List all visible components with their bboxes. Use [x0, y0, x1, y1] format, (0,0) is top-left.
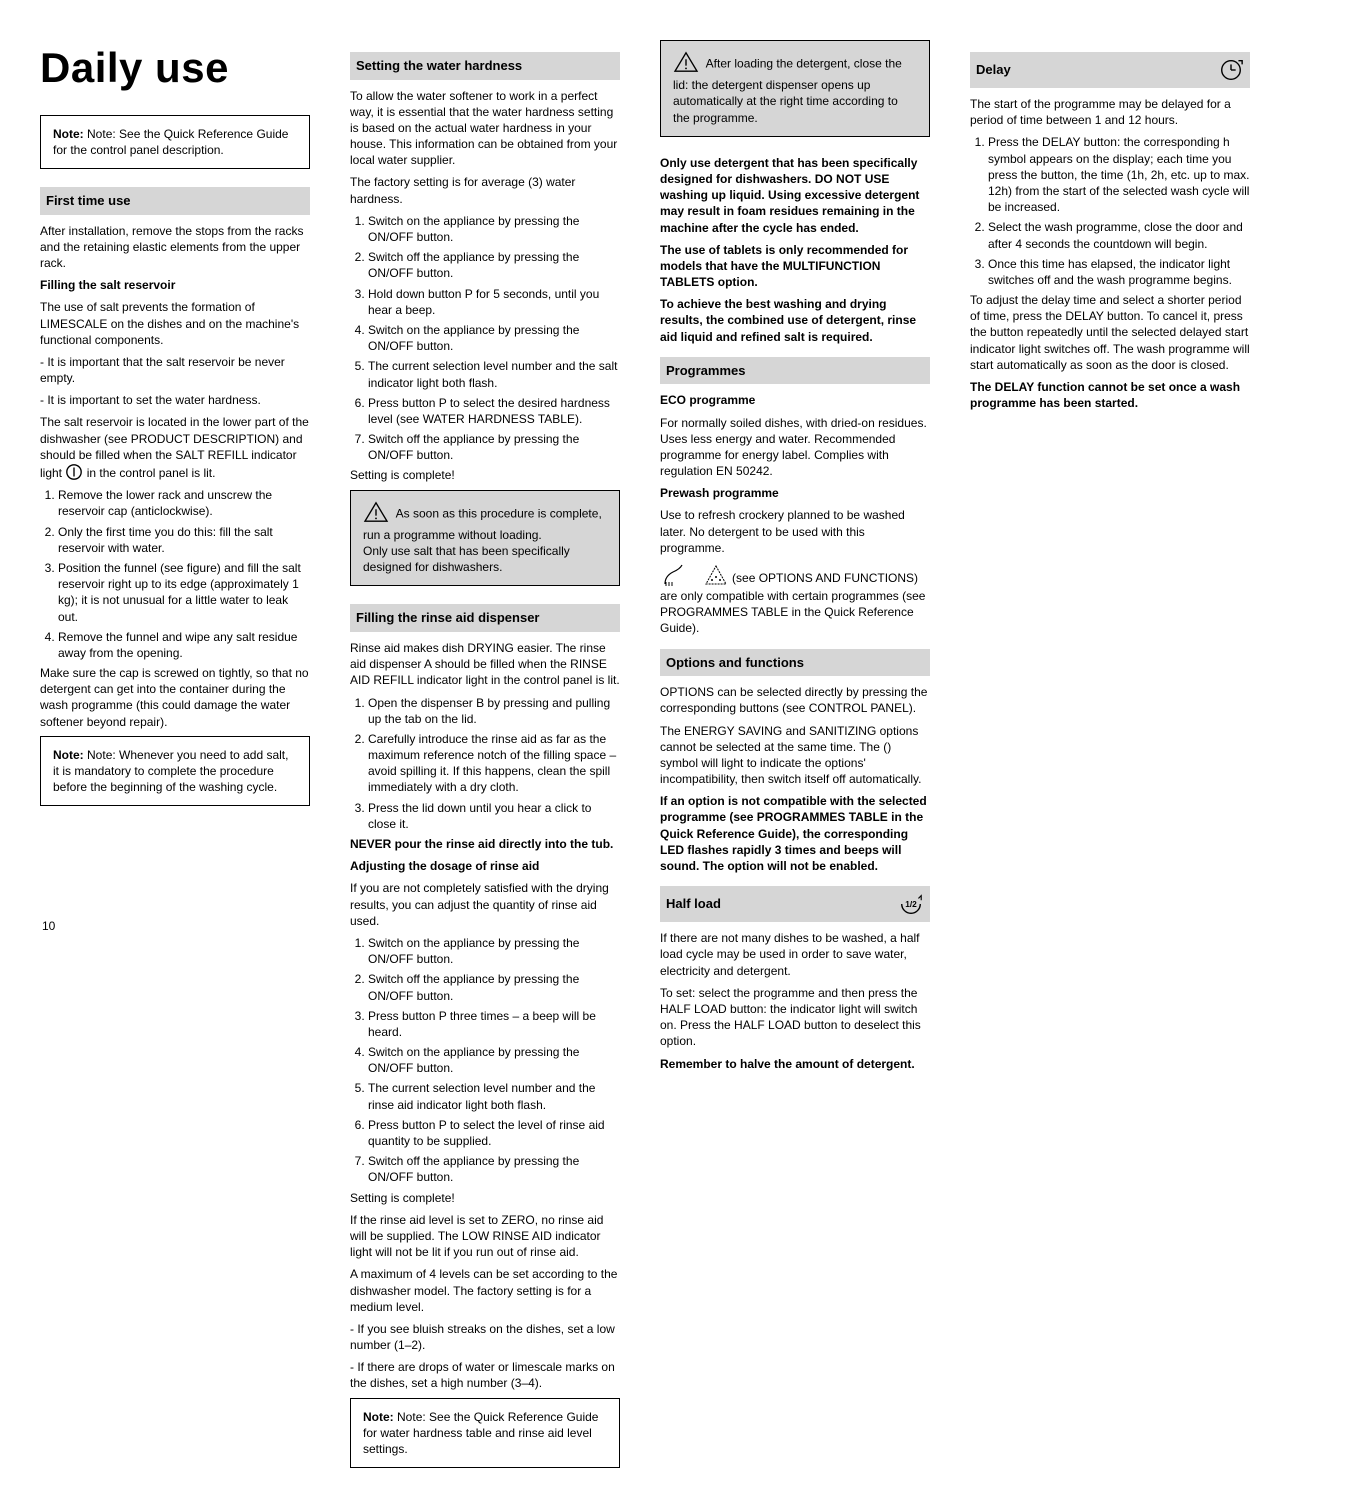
- sub-eco: ECO programme: [660, 392, 930, 408]
- hstep2: Switch off the appliance by pressing the…: [368, 249, 620, 281]
- p-options-incompat1: The ENERGY SAVING and SANITIZING options…: [660, 723, 930, 788]
- note-qrg-text: Note: See the Quick Reference Guide for …: [53, 127, 288, 157]
- section-delay: Delay: [970, 52, 1250, 88]
- p-setting-complete1: Setting is complete!: [350, 467, 620, 483]
- sanitizing-icon: [703, 571, 732, 585]
- p-factory-setting: The factory setting is for average (3) w…: [350, 174, 620, 206]
- hstep6: Press button P to select the desired har…: [368, 395, 620, 427]
- astep7: Switch off the appliance by pressing the…: [368, 1153, 620, 1185]
- p-rinse-aid-info: Rinse aid makes dish DRYING easier. The …: [350, 640, 620, 689]
- dstep3: Once this time has elapsed, the indicato…: [988, 256, 1250, 288]
- p-hardness-info: To allow the water softener to work in a…: [350, 88, 620, 169]
- rstep2: Carefully introduce the rinse aid as far…: [368, 731, 620, 796]
- p-tablets: The use of tablets is only recommended f…: [660, 242, 930, 291]
- p-half-load-set: To set: select the programme and then pr…: [660, 985, 930, 1050]
- note-qrg2-text: Note: See the Quick Reference Guide for …: [363, 1410, 598, 1456]
- p-cap-tight: Make sure the cap is screwed on tightly,…: [40, 665, 310, 730]
- p-max-levels: A maximum of 4 levels can be set accordi…: [350, 1266, 620, 1315]
- warning-box-run-empty: As soon as this procedure is complete, r…: [350, 490, 620, 587]
- hstep7: Switch off the appliance by pressing the…: [368, 431, 620, 463]
- astep2: Switch off the appliance by pressing the…: [368, 971, 620, 1003]
- p-options-incompat2: If an option is not compatible with the …: [660, 793, 930, 874]
- p-eco: For normally soiled dishes, with dried-o…: [660, 415, 930, 480]
- note-box-qrg: Note: Note: See the Quick Reference Guid…: [40, 115, 310, 169]
- p-adjust-info: If you are not completely satisfied with…: [350, 880, 620, 929]
- rstep1: Open the dispenser B by pressing and pul…: [368, 695, 620, 727]
- astep6: Press button P to select the level of ri…: [368, 1117, 620, 1149]
- p-halve-detergent: Remember to halve the amount of detergen…: [660, 1056, 930, 1072]
- sub-filling-salt: Filling the salt reservoir: [40, 277, 310, 293]
- salt-refill-indicator-icon: [65, 466, 86, 480]
- note-box-salt-mandatory: Note: Note: Whenever you need to add sal…: [40, 736, 310, 807]
- warning-triangle-icon: [673, 51, 699, 77]
- li-drops: If there are drops of water or limescale…: [350, 1359, 620, 1391]
- p-setting-complete2: Setting is complete!: [350, 1190, 620, 1206]
- page-title: Daily use: [40, 40, 310, 97]
- step-remove-funnel: Remove the funnel and wipe any salt resi…: [58, 629, 310, 661]
- note-box-qrg2: Note: Note: See the Quick Reference Guid…: [350, 1398, 620, 1469]
- rstep3: Press the lid down until you hear a clic…: [368, 800, 620, 832]
- warning-box-detergent: After loading the detergent, close the l…: [660, 40, 930, 137]
- p-options-direct: OPTIONS can be selected directly by pres…: [660, 684, 930, 716]
- warn-salt-only-text: Only use salt that has been specifically…: [363, 544, 570, 574]
- step-funnel: Position the funnel (see figure) and fil…: [58, 560, 310, 625]
- p-remove-stops: After installation, remove the stops fro…: [40, 223, 310, 272]
- energy-saving-icon: [660, 571, 689, 585]
- section-options-functions: Options and functions: [660, 649, 930, 677]
- warning-triangle-icon: [363, 501, 389, 527]
- astep1: Switch on the appliance by pressing the …: [368, 935, 620, 967]
- p-delay-adjust: To adjust the delay time and select a sh…: [970, 292, 1250, 373]
- delay-clock-icon: [1218, 57, 1244, 83]
- p-only-detergent: Only use detergent that has been specifi…: [660, 155, 930, 236]
- hstep1: Switch on the appliance by pressing the …: [368, 213, 620, 245]
- p-salt-limescale: The use of salt prevents the formation o…: [40, 299, 310, 348]
- warn-run-empty-text: As soon as this procedure is complete, r…: [363, 506, 602, 542]
- p-half-load-info: If there are not many dishes to be washe…: [660, 930, 930, 979]
- step-remove-rack: Remove the lower rack and unscrew the re…: [58, 487, 310, 519]
- astep5: The current selection level number and t…: [368, 1080, 620, 1112]
- sub-filling-rinse-aid: Filling the rinse aid dispenser: [350, 604, 620, 632]
- astep4: Switch on the appliance by pressing the …: [368, 1044, 620, 1076]
- p-never-pour: NEVER pour the rinse aid directly into t…: [350, 836, 620, 852]
- warn-detergent-text: After loading the detergent, close the l…: [673, 56, 902, 124]
- p-best-results: To achieve the best washing and drying r…: [660, 296, 930, 345]
- dstep2: Select the wash programme, close the doo…: [988, 219, 1250, 251]
- half-load-icon: 1/2: [898, 891, 924, 917]
- p-prewash: Use to refresh crockery planned to be wa…: [660, 507, 930, 556]
- astep3: Press button P three times – a beep will…: [368, 1008, 620, 1040]
- p-salt-location: The salt reservoir is located in the low…: [40, 414, 310, 481]
- p-options-compat: (see OPTIONS AND FUNCTIONS) are only com…: [660, 562, 930, 637]
- hstep3: Hold down button P for 5 seconds, until …: [368, 286, 620, 318]
- sub-setting-hardness: Setting the water hardness: [350, 52, 620, 80]
- sub-prewash: Prewash programme: [660, 485, 930, 501]
- section-half-load: Half load 1/2: [660, 886, 930, 922]
- li-bluish: If you see bluish streaks on the dishes,…: [350, 1321, 620, 1353]
- section-first-time-use: First time use: [40, 187, 310, 215]
- step-fill-water: Only the first time you do this: fill th…: [58, 524, 310, 556]
- hstep4: Switch on the appliance by pressing the …: [368, 322, 620, 354]
- p-delay-info: The start of the programme may be delaye…: [970, 96, 1250, 128]
- svg-text:1/2: 1/2: [905, 899, 917, 909]
- page-number: 10: [42, 918, 55, 934]
- p-zero-level: If the rinse aid level is set to ZERO, n…: [350, 1212, 620, 1261]
- dstep1: Press the DELAY button: the correspondin…: [988, 134, 1250, 215]
- hstep5: The current selection level number and t…: [368, 358, 620, 390]
- note-salt-text: Note: Whenever you need to add salt, it …: [53, 748, 288, 794]
- li-set-hardness: It is important to set the water hardnes…: [40, 392, 310, 408]
- p-delay-cannot: The DELAY function cannot be set once a …: [970, 379, 1250, 411]
- li-salt-never-empty: It is important that the salt reservoir …: [40, 354, 310, 386]
- section-programmes: Programmes: [660, 357, 930, 385]
- sub-adjust-dosage: Adjusting the dosage of rinse aid: [350, 858, 620, 874]
